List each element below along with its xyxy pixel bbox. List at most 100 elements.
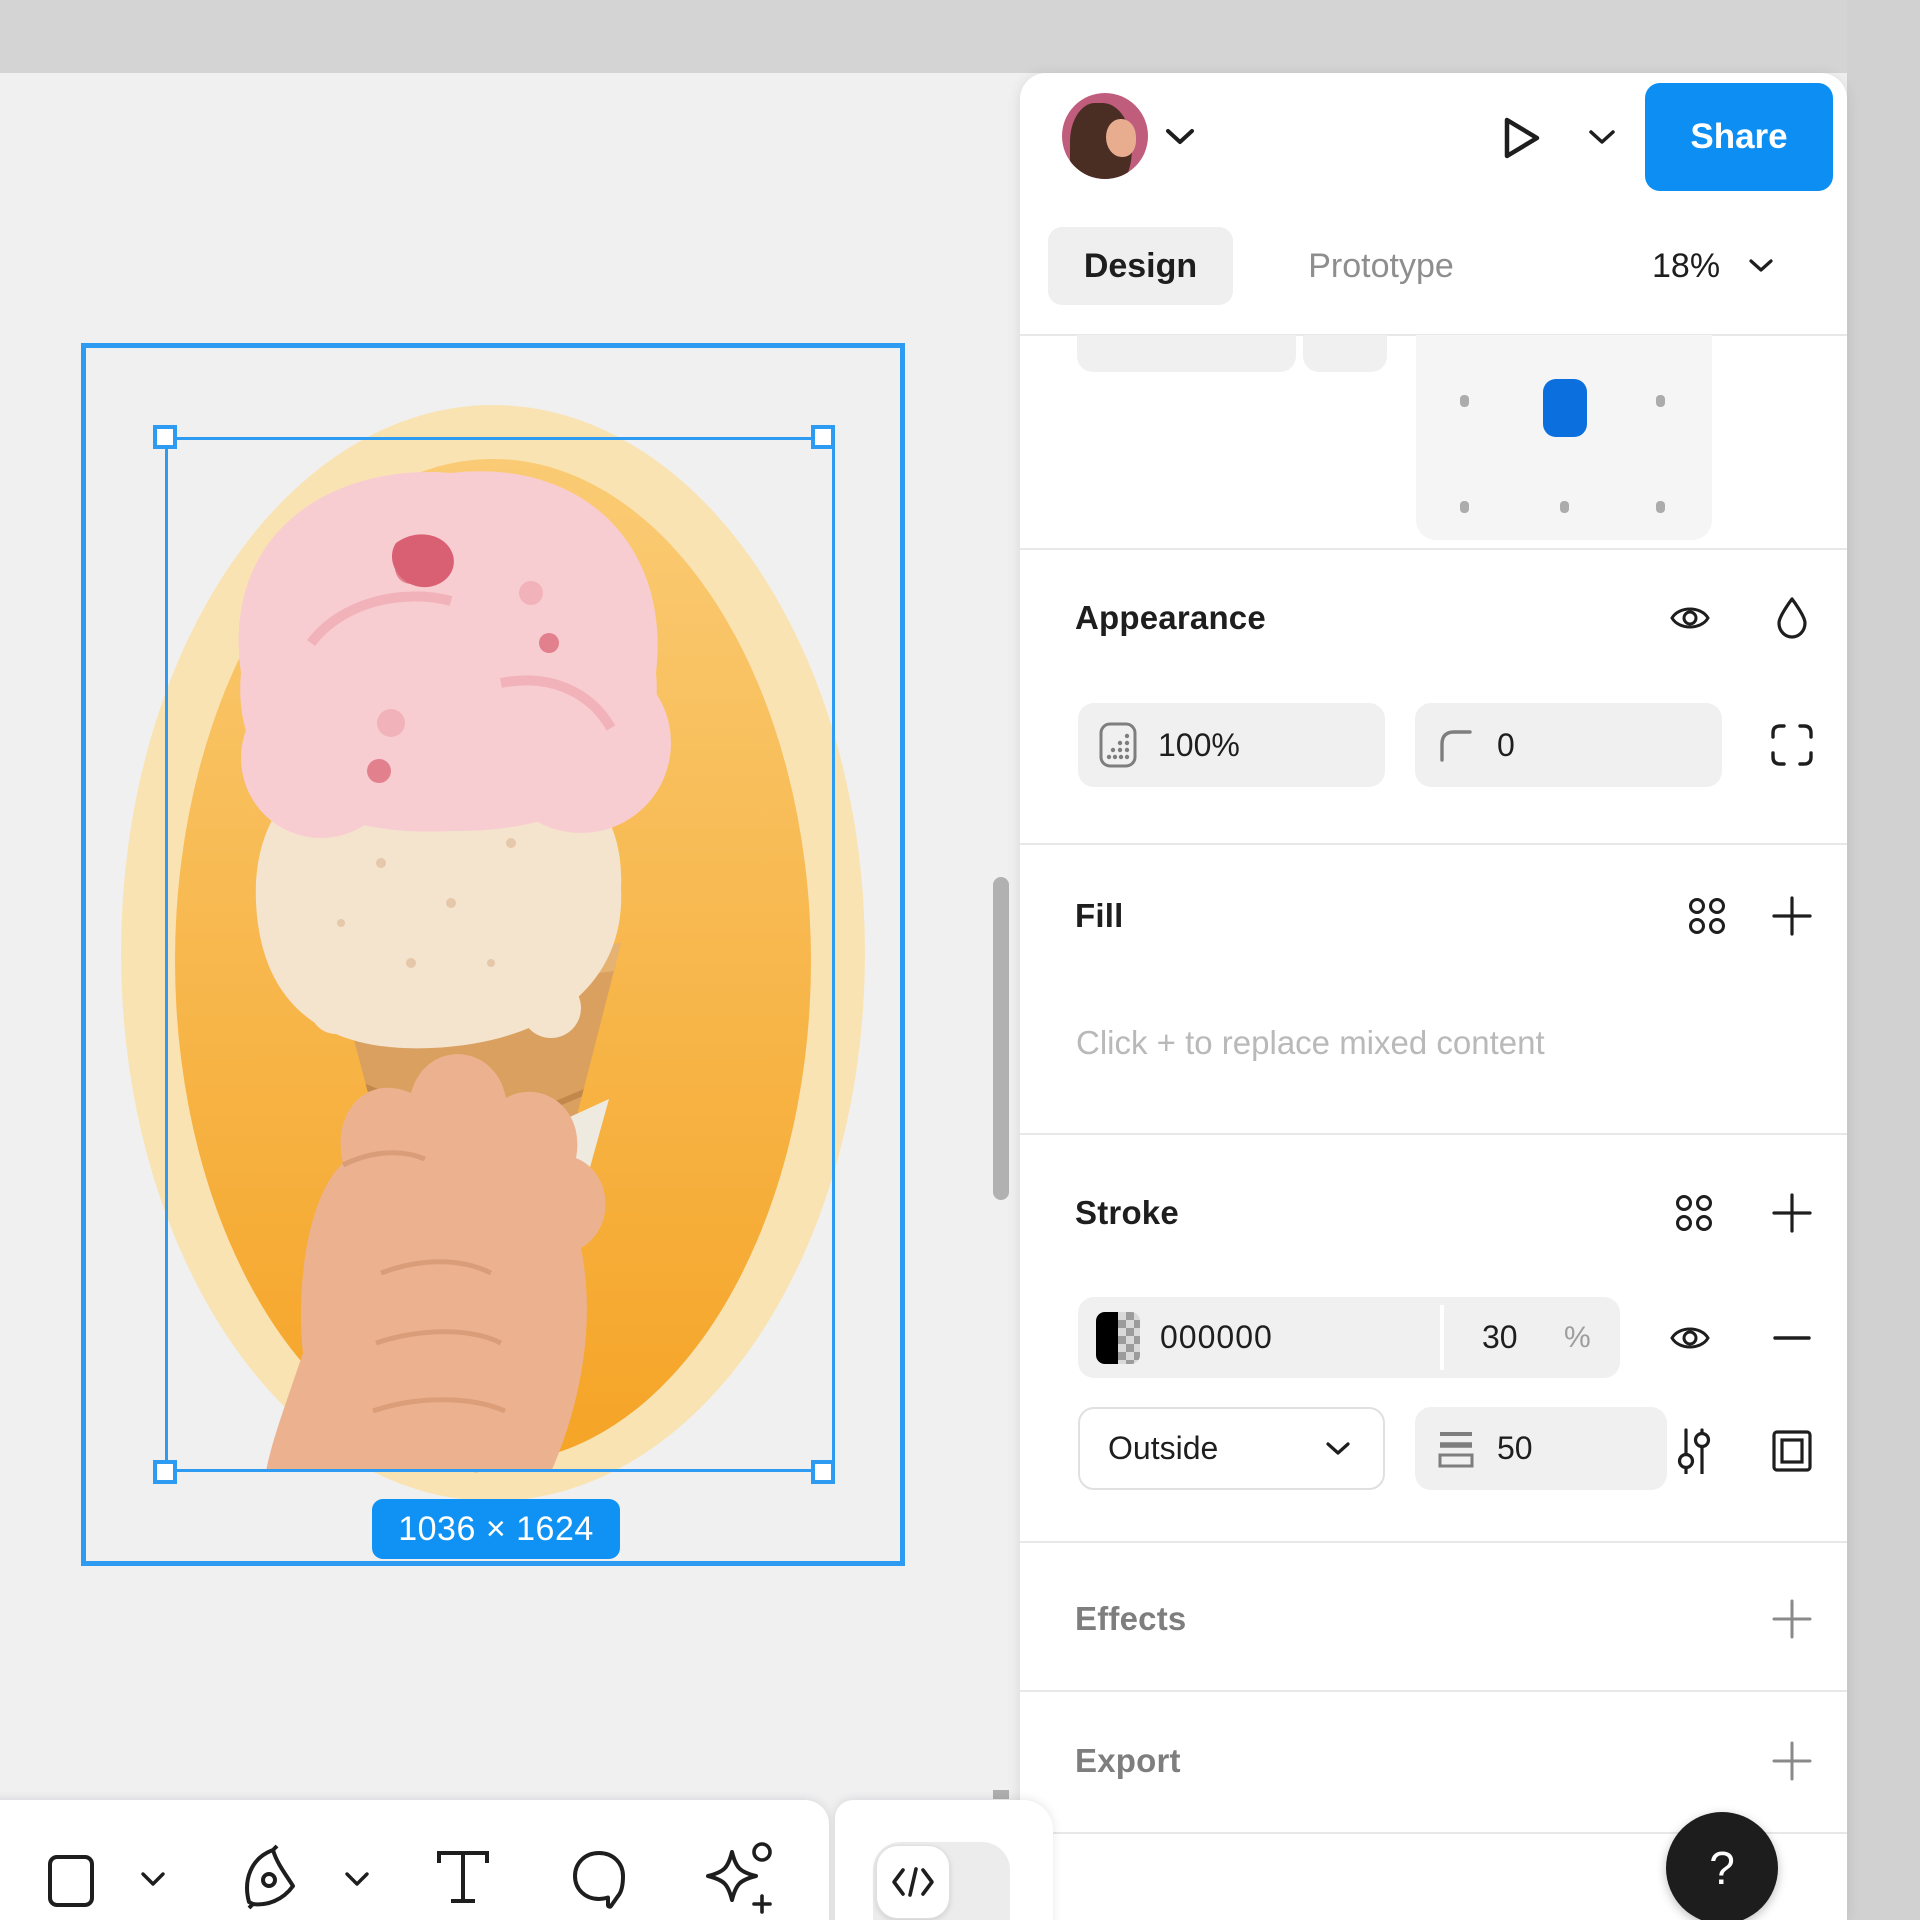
plus-icon	[1770, 1739, 1814, 1783]
align-dot[interactable]	[1560, 501, 1569, 513]
stroke-weight-value: 50	[1497, 1430, 1533, 1467]
eye-icon	[1669, 1321, 1711, 1355]
chevron-down-icon	[1748, 258, 1774, 274]
styles-icon	[1673, 1192, 1715, 1234]
fill-placeholder: Click + to replace mixed content	[1076, 1024, 1545, 1062]
canvas-scrollbar[interactable]	[993, 877, 1009, 1200]
droplet-icon	[1775, 596, 1809, 640]
align-dot[interactable]	[1656, 501, 1665, 513]
comment-tool[interactable]	[566, 1846, 632, 1912]
cutoff-field-left[interactable]	[1077, 335, 1296, 372]
fill-styles-button[interactable]	[1685, 894, 1729, 938]
appearance-blend-button[interactable]	[1772, 594, 1812, 642]
tab-prototype[interactable]: Prototype	[1286, 227, 1476, 305]
help-button[interactable]: ?	[1666, 1812, 1778, 1920]
effects-title: Effects	[1075, 1600, 1186, 1638]
corner-radius-input[interactable]: 0	[1415, 703, 1722, 787]
corner-radius-icon	[1437, 727, 1473, 763]
plus-icon	[1770, 894, 1814, 938]
plus-icon	[1770, 1597, 1814, 1641]
stroke-advanced-button[interactable]	[1670, 1427, 1718, 1475]
align-dot[interactable]	[1460, 395, 1469, 407]
styles-icon	[1686, 895, 1728, 937]
zoom-menu[interactable]: 18%	[1630, 227, 1830, 305]
dev-mode-toggle[interactable]	[873, 1842, 1010, 1920]
appearance-visibility-button[interactable]	[1668, 596, 1712, 640]
sliders-icon	[1671, 1428, 1717, 1474]
export-add-button[interactable]	[1768, 1737, 1816, 1785]
stroke-per-side-button[interactable]	[1768, 1427, 1816, 1475]
effects-add-button[interactable]	[1768, 1595, 1816, 1643]
appearance-title: Appearance	[1075, 599, 1266, 637]
canvas-scrollbar-stub	[993, 1790, 1009, 1799]
dev-mode-knob[interactable]	[876, 1845, 950, 1919]
section-divider	[1020, 843, 1847, 845]
text-tool[interactable]	[432, 1846, 494, 1912]
dimension-text: 1036 × 1624	[398, 1510, 594, 1549]
minus-icon	[1771, 1317, 1813, 1359]
present-button[interactable]	[1496, 112, 1546, 164]
stroke-sides-icon	[1769, 1428, 1815, 1474]
align-dot[interactable]	[1460, 501, 1469, 513]
swatch-solid-half	[1096, 1312, 1118, 1364]
selection-handle-bottom-right[interactable]	[811, 1460, 835, 1484]
pen-tool-icon	[239, 1844, 303, 1912]
pen-tool[interactable]	[236, 1842, 306, 1914]
window-title-bar	[0, 0, 1920, 73]
pen-tools-chevron[interactable]	[342, 1866, 372, 1892]
opacity-input[interactable]: 100%	[1078, 703, 1385, 787]
stroke-remove-button[interactable]	[1770, 1316, 1814, 1360]
window-right-strip	[1847, 0, 1920, 1920]
selection-handle-bottom-left[interactable]	[153, 1460, 177, 1484]
plus-icon	[1770, 1191, 1814, 1235]
avatar-menu-chevron[interactable]	[1163, 124, 1197, 150]
tab-prototype-label: Prototype	[1308, 247, 1454, 286]
chevron-down-icon	[1588, 129, 1616, 147]
section-divider	[1020, 548, 1847, 550]
swatch-alpha-half	[1118, 1312, 1140, 1364]
stroke-opacity-unit: %	[1564, 1321, 1591, 1355]
stroke-position-value: Outside	[1108, 1430, 1218, 1467]
cutoff-field-right[interactable]	[1303, 335, 1387, 372]
stroke-styles-button[interactable]	[1672, 1191, 1716, 1235]
stroke-color-hex[interactable]: 000000	[1160, 1319, 1273, 1356]
corner-radius-value: 0	[1497, 727, 1515, 764]
share-label: Share	[1690, 117, 1787, 157]
section-divider	[1020, 1690, 1847, 1692]
independent-corners-button[interactable]	[1768, 721, 1816, 769]
stroke-add-button[interactable]	[1768, 1189, 1816, 1237]
eye-icon	[1669, 601, 1711, 635]
chevron-down-icon	[1325, 1441, 1351, 1457]
shape-tools-chevron[interactable]	[138, 1866, 168, 1892]
stroke-weight-input[interactable]: 50	[1415, 1407, 1667, 1490]
tab-design[interactable]: Design	[1048, 227, 1233, 305]
selection-handle-top-right[interactable]	[811, 425, 835, 449]
actions-tool[interactable]	[700, 1838, 780, 1918]
text-tool-icon	[435, 1849, 491, 1909]
rectangle-tool[interactable]	[42, 1851, 100, 1911]
stroke-weight-icon	[1437, 1429, 1475, 1469]
comment-bubble-icon	[570, 1849, 628, 1909]
stroke-color-swatch[interactable]	[1096, 1312, 1140, 1364]
present-options-chevron[interactable]	[1586, 126, 1618, 150]
share-button[interactable]: Share	[1645, 83, 1833, 191]
section-divider	[1020, 1133, 1847, 1135]
stroke-visibility-button[interactable]	[1668, 1316, 1712, 1360]
export-title: Export	[1075, 1742, 1181, 1780]
opacity-value: 100%	[1158, 727, 1240, 764]
chevron-down-icon	[140, 1870, 166, 1888]
alignment-grid-widget[interactable]	[1416, 335, 1712, 540]
align-dot[interactable]	[1656, 395, 1665, 407]
rectangle-tool-icon	[46, 1853, 96, 1909]
selection-handle-top-left[interactable]	[153, 425, 177, 449]
avatar[interactable]	[1062, 93, 1148, 179]
stroke-color-row[interactable]: 000000 30 %	[1078, 1297, 1620, 1378]
stroke-position-dropdown[interactable]: Outside	[1078, 1407, 1385, 1490]
align-selected-indicator[interactable]	[1543, 379, 1587, 437]
stroke-opacity-value[interactable]: 30	[1482, 1319, 1518, 1356]
selection-outline	[165, 437, 835, 1472]
chevron-down-icon	[344, 1870, 370, 1888]
avatar-face	[1106, 119, 1136, 157]
chevron-down-icon	[1164, 127, 1196, 147]
fill-add-button[interactable]	[1768, 892, 1816, 940]
